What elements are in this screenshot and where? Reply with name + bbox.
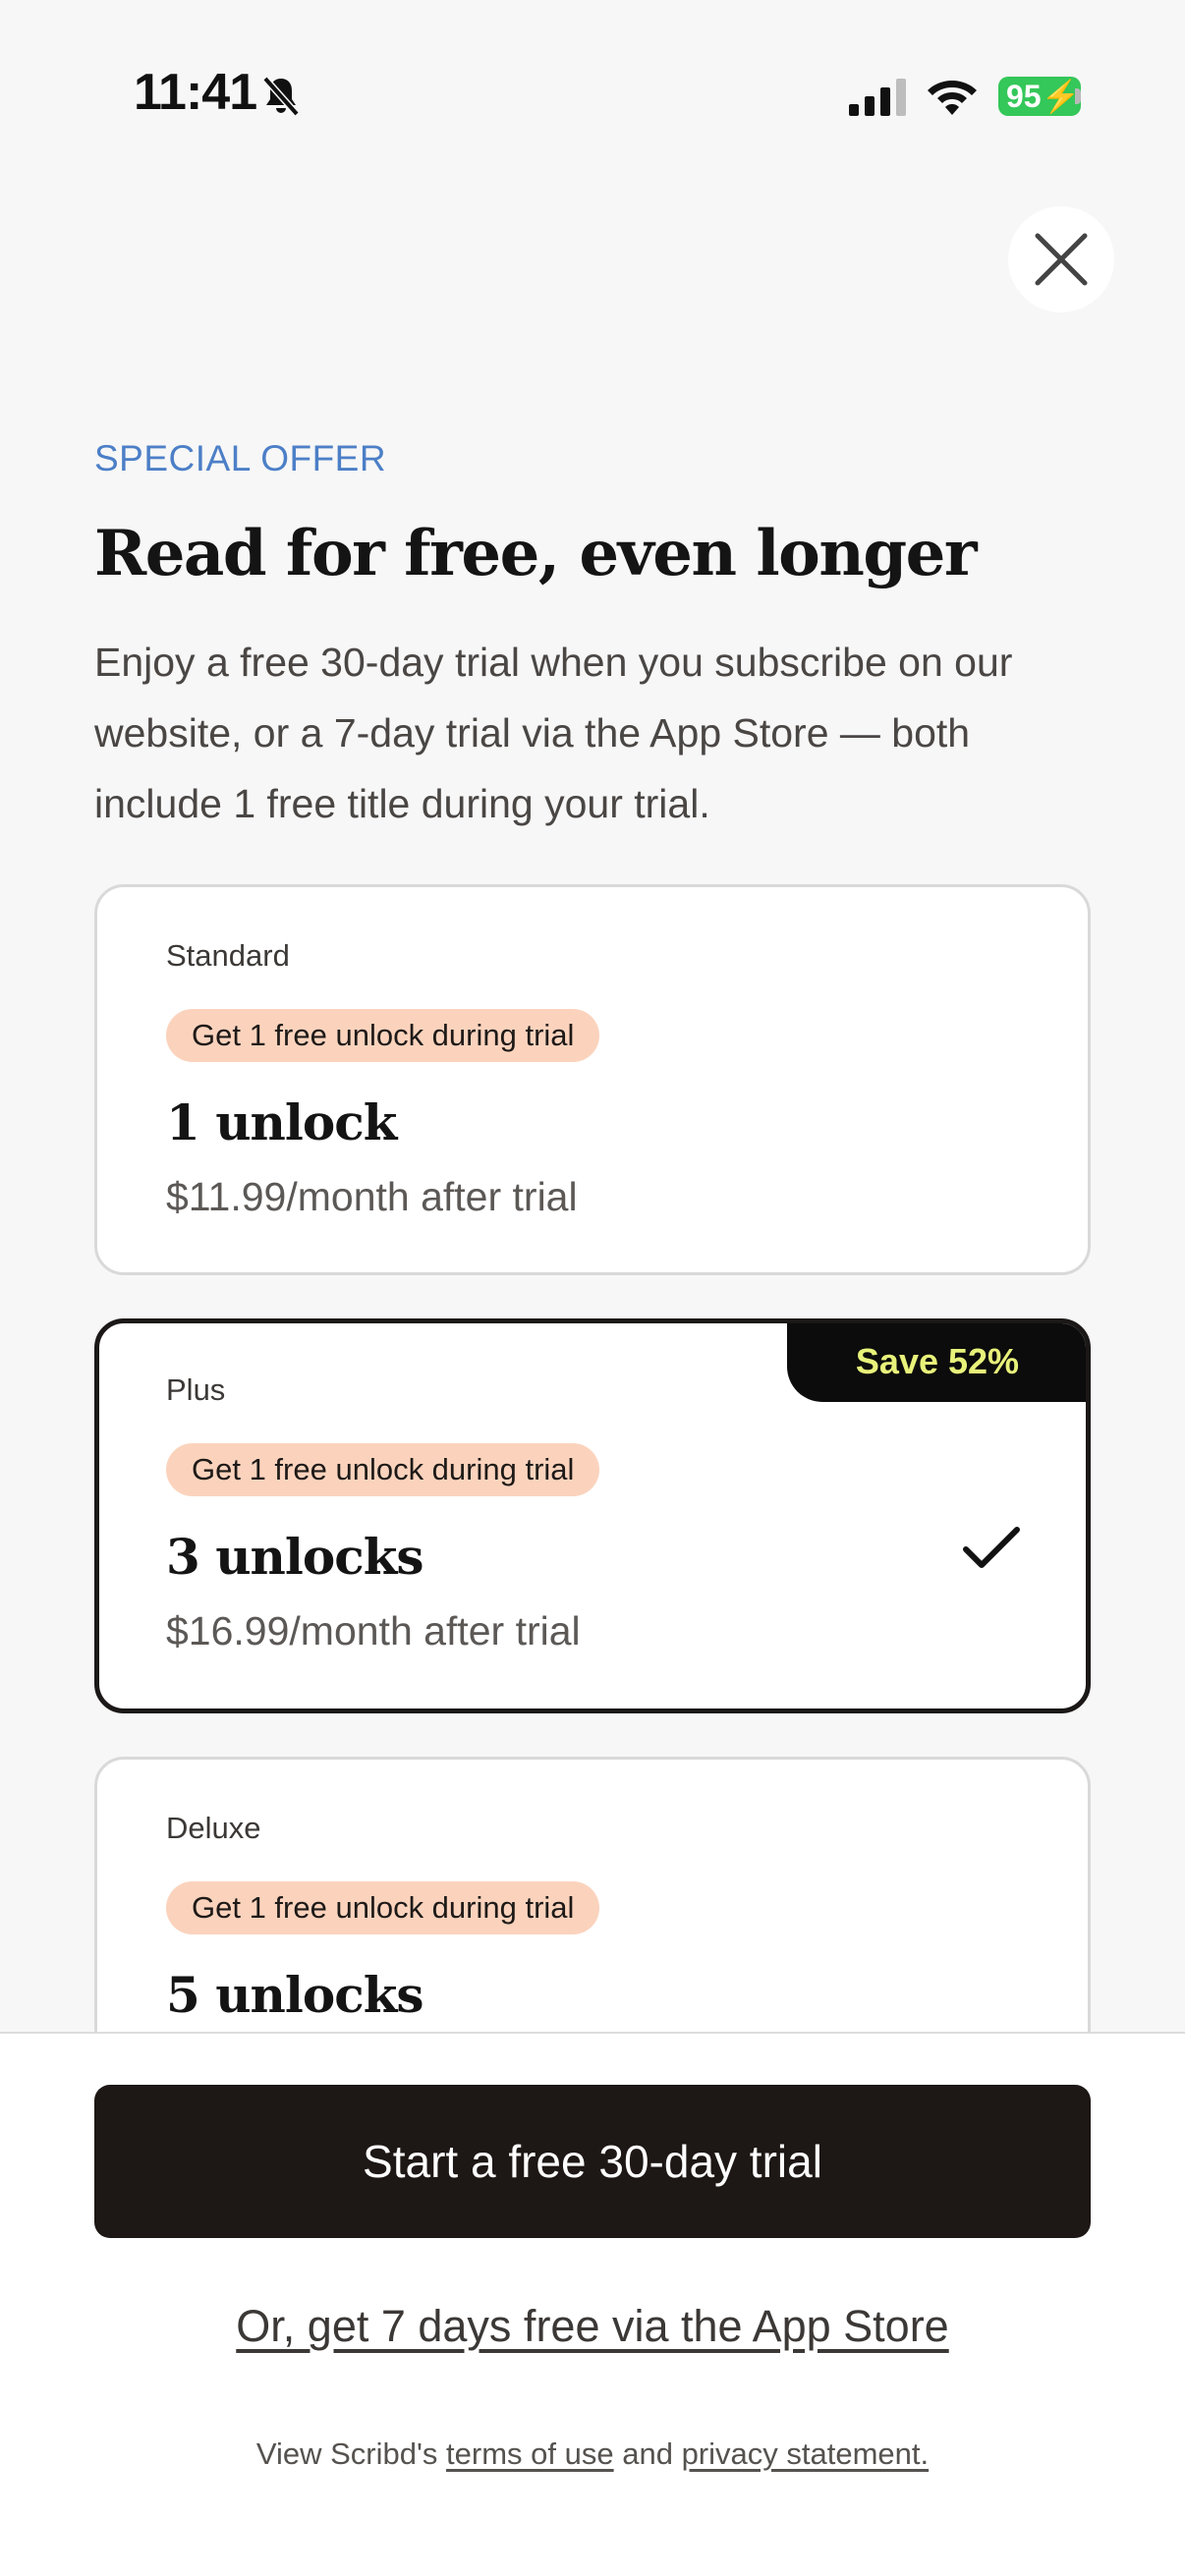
trial-unlock-pill: Get 1 free unlock during trial	[166, 1881, 600, 1934]
plan-card-standard[interactable]: Standard Get 1 free unlock during trial …	[94, 884, 1091, 1275]
wifi-icon	[928, 81, 977, 115]
legal-text: View Scribd's terms of use and privacy s…	[0, 2436, 1185, 2472]
checkmark-icon	[963, 1527, 1020, 1568]
save-badge: Save 52%	[787, 1323, 1086, 1402]
status-time: 11:41	[134, 64, 257, 121]
close-icon	[1035, 233, 1088, 286]
battery-charging-icon: 95⚡	[998, 77, 1081, 116]
plan-name: Standard	[166, 938, 290, 973]
special-offer-label: SPECIAL OFFER	[94, 438, 387, 478]
plan-unlocks: 1 unlock	[166, 1093, 397, 1151]
app-store-trial-link[interactable]: Or, get 7 days free via the App Store	[0, 2301, 1185, 2352]
legal-and: and	[613, 2436, 682, 2471]
offer-description: Enjoy a free 30-day trial when you subsc…	[94, 640, 1013, 826]
signal-icon	[849, 79, 906, 116]
close-button[interactable]	[1008, 206, 1114, 312]
battery-level: 95	[1006, 79, 1042, 114]
plan-name: Deluxe	[166, 1811, 261, 1845]
privacy-statement-link[interactable]: privacy statement.	[682, 2436, 930, 2471]
bell-slash-icon	[262, 76, 300, 117]
plan-card-plus[interactable]: Save 52% Plus Get 1 free unlock during t…	[94, 1318, 1091, 1713]
trial-unlock-pill: Get 1 free unlock during trial	[166, 1009, 600, 1062]
start-trial-button[interactable]: Start a free 30-day trial	[94, 2085, 1091, 2238]
terms-of-use-link[interactable]: terms of use	[446, 2436, 614, 2471]
plan-unlocks: 5 unlocks	[166, 1966, 423, 2024]
page-title: Read for free, even longer	[94, 517, 978, 590]
status-bar: 11:41 95⚡	[0, 0, 1185, 196]
plan-name: Plus	[166, 1372, 226, 1407]
plan-unlocks: 3 unlocks	[166, 1528, 423, 1586]
battery-tip	[1075, 88, 1081, 104]
trial-unlock-pill: Get 1 free unlock during trial	[166, 1443, 600, 1496]
legal-prefix: View Scribd's	[255, 2436, 447, 2471]
plan-price: $11.99/month after trial	[166, 1174, 578, 1219]
bottom-action-sheet: Start a free 30-day trial Or, get 7 days…	[0, 2032, 1185, 2576]
plan-price: $16.99/month after trial	[166, 1608, 581, 1653]
